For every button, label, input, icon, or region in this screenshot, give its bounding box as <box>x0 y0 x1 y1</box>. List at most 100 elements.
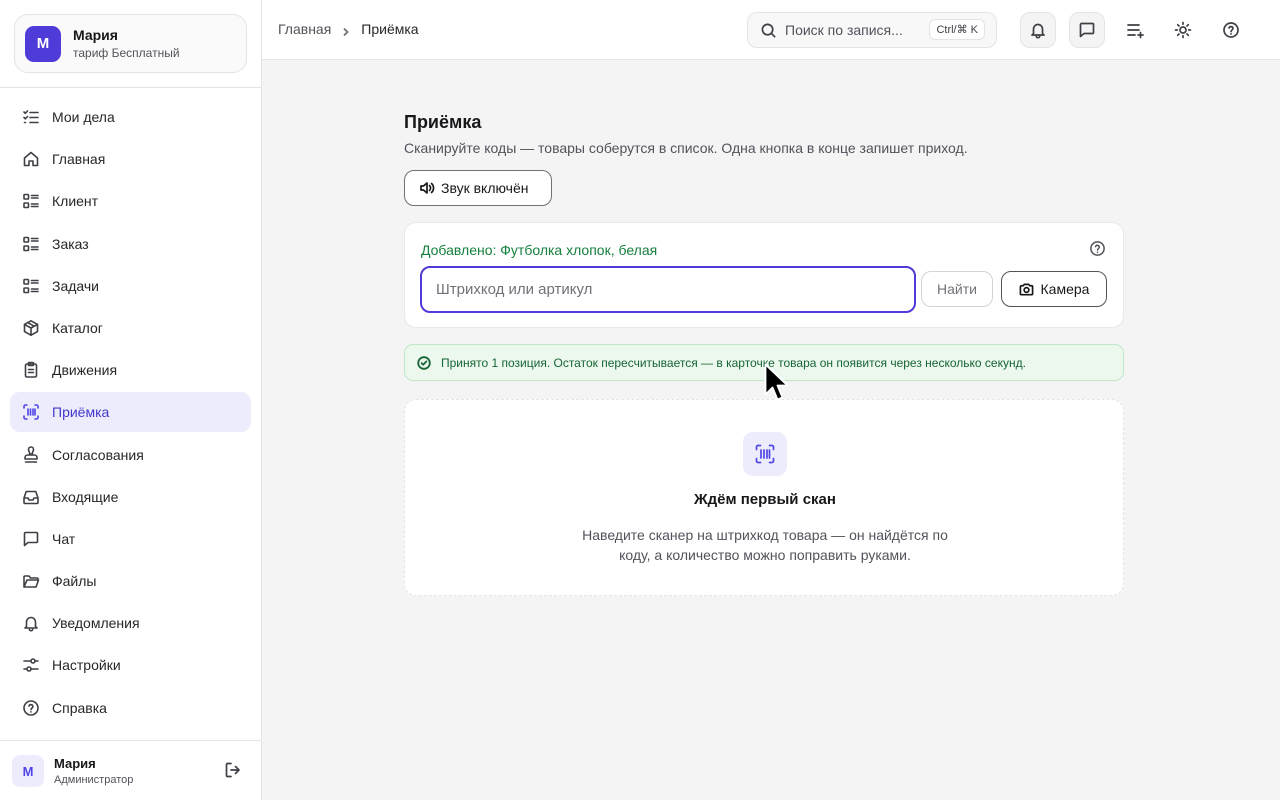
help-circle-icon <box>1223 22 1239 38</box>
sidebar-item-label: Мои дела <box>52 109 115 125</box>
check-circle-icon <box>417 355 431 370</box>
user-role: Администратор <box>54 774 134 786</box>
barcode-input[interactable] <box>420 266 916 313</box>
home-icon <box>23 151 39 167</box>
stamp-icon <box>24 445 38 463</box>
sidebar-item-client[interactable]: Клиент <box>10 181 251 221</box>
account-name: Мария <box>73 27 118 43</box>
list-icon <box>23 236 39 251</box>
sidebar-item-label: Задачи <box>52 277 100 294</box>
sliders-icon <box>23 658 39 673</box>
mouse-cursor-icon <box>764 363 789 401</box>
camera-button-label: Камера <box>1040 281 1090 297</box>
sound-toggle-label: Звук включён <box>441 180 529 196</box>
barcode-scan-icon <box>755 444 775 464</box>
sidebar-item-notifications[interactable]: Уведомления <box>10 603 251 643</box>
search-icon <box>761 23 776 38</box>
sidebar-item-label: Справка <box>52 699 107 716</box>
bell-icon <box>1031 23 1045 39</box>
sidebar-item-tasks[interactable]: Задачи <box>10 266 251 306</box>
notifications-button[interactable] <box>1020 12 1056 48</box>
sidebar-item-label: Чат <box>52 530 76 547</box>
clipboard-icon <box>24 361 38 378</box>
search-shortcut-badge: Ctrl/⌘ K <box>929 19 985 40</box>
help-circle-icon <box>1090 241 1105 256</box>
help-button[interactable] <box>1213 12 1249 48</box>
success-alert-text: Принято 1 позиция. Остаток пересчитывает… <box>441 355 1026 370</box>
messages-button[interactable] <box>1069 12 1105 48</box>
divider <box>0 740 261 741</box>
sidebar-item-label: Каталог <box>52 319 103 336</box>
sidebar-item-settings[interactable]: Настройки <box>10 645 251 685</box>
sidebar-item-label: Клиент <box>52 193 99 210</box>
sidebar-item-chat[interactable]: Чат <box>10 519 251 559</box>
scan-card: Добавлено: Футболка хлопок, белая Найти … <box>404 222 1124 328</box>
logout-icon <box>225 762 240 778</box>
account-plan: тариф Бесплатный <box>73 46 180 60</box>
add-task-button[interactable] <box>1117 12 1153 48</box>
scan-help-button[interactable] <box>1089 240 1107 258</box>
camera-button[interactable]: Камера <box>1001 271 1107 307</box>
chat-icon <box>23 531 39 547</box>
sidebar-item-files[interactable]: Файлы <box>10 561 251 601</box>
search-placeholder: Поиск по запися... <box>785 22 903 38</box>
folder-icon <box>23 575 40 588</box>
sidebar-item-label: Движения <box>52 362 118 379</box>
sidebar-item-movements[interactable]: Движения <box>10 350 251 390</box>
camera-icon <box>1019 283 1033 295</box>
bell-icon <box>24 616 38 632</box>
logout-button[interactable] <box>224 761 244 781</box>
page-description: Сканируйте коды — товары соберутся в спи… <box>404 140 968 156</box>
breadcrumb-home-link[interactable]: Главная <box>278 21 331 37</box>
sidebar-item-catalog[interactable]: Каталог <box>10 308 251 348</box>
inbox-icon <box>23 490 39 504</box>
sidebar-item-label: Приёмка <box>52 404 110 421</box>
empty-state-icon-box <box>743 432 787 476</box>
empty-state-description: Наведите сканер на штрихкод товара — он … <box>582 527 948 563</box>
sidebar-item-help[interactable]: Справка <box>10 688 251 728</box>
sidebar: М Мария тариф Бесплатный Мои дела Главна… <box>0 0 262 800</box>
topbar: Главная Приёмка Поиск по запися... Ctrl/… <box>262 0 1280 60</box>
sun-icon <box>1174 21 1192 39</box>
sidebar-item-label: Файлы <box>52 573 97 590</box>
account-switcher[interactable]: М Мария тариф Бесплатный <box>14 14 247 73</box>
breadcrumb-current: Приёмка <box>361 21 419 37</box>
sidebar-item-inbox[interactable]: Входящие <box>10 477 251 517</box>
user-profile[interactable]: М Мария Администратор <box>12 752 248 790</box>
page-title: Приёмка <box>404 112 482 132</box>
sidebar-item-label: Настройки <box>52 657 121 674</box>
sidebar-item-my-tasks[interactable]: Мои дела <box>10 97 251 137</box>
theme-toggle-button[interactable] <box>1165 12 1201 48</box>
user-avatar: М <box>12 755 44 787</box>
empty-state: Ждём первый скан Наведите сканер на штри… <box>404 399 1124 596</box>
list-icon <box>23 194 39 209</box>
list-check-icon <box>23 110 39 124</box>
list-icon <box>23 278 39 294</box>
sidebar-item-receiving[interactable]: Приёмка <box>10 392 251 433</box>
sound-toggle-button[interactable]: Звук включён <box>404 170 552 206</box>
sidebar-item-label: Заказ <box>52 235 89 252</box>
sidebar-nav: Мои дела Главная Клиент Заказ Задачи Кат… <box>10 97 251 730</box>
box-icon <box>23 319 39 336</box>
sidebar-item-label: Входящие <box>52 488 119 505</box>
sidebar-item-approvals[interactable]: Согласования <box>10 435 251 475</box>
account-avatar: М <box>25 25 61 62</box>
sidebar-item-order[interactable]: Заказ <box>10 224 251 264</box>
barcode-scan-icon <box>23 404 39 421</box>
sidebar-item-home[interactable]: Главная <box>10 139 251 179</box>
chevron-right-icon <box>341 24 351 37</box>
speaker-icon <box>420 182 435 194</box>
empty-state-title: Ждём первый скан <box>694 491 836 508</box>
chat-icon <box>1079 22 1095 38</box>
divider <box>0 87 261 88</box>
list-add-icon <box>1127 24 1144 39</box>
sidebar-item-label: Главная <box>52 151 106 168</box>
sidebar-item-label: Уведомления <box>52 615 140 632</box>
user-name: Мария <box>54 756 96 771</box>
search-input[interactable]: Поиск по запися... Ctrl/⌘ K <box>747 12 997 48</box>
last-added-message: Добавлено: Футболка хлопок, белая <box>421 242 658 258</box>
find-button[interactable]: Найти <box>921 271 993 307</box>
breadcrumb: Главная Приёмка <box>278 21 419 37</box>
sidebar-item-label: Согласования <box>52 446 144 463</box>
help-circle-icon <box>23 699 39 716</box>
